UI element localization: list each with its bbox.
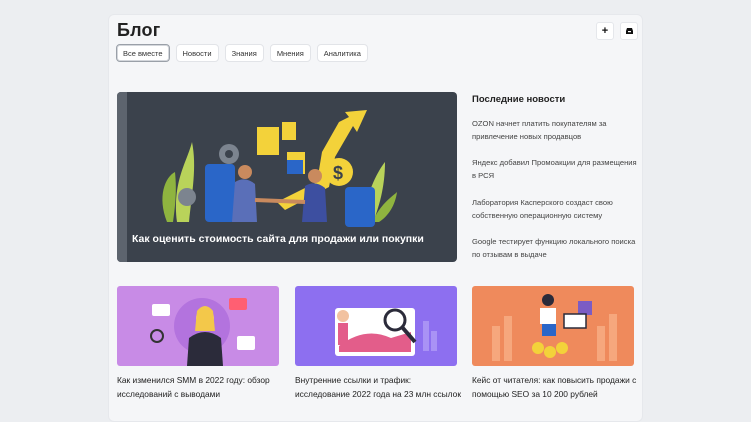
add-button[interactable]: + xyxy=(596,22,614,40)
article-title-line: Внутренние ссылки и трафик: xyxy=(295,375,412,385)
news-item[interactable]: Яндекс добавил Промоакции для размещения… xyxy=(472,156,640,182)
article-title[interactable]: Внутренние ссылки и трафик: исследование… xyxy=(295,374,470,401)
news-item[interactable]: Google тестирует функцию локального поис… xyxy=(472,235,640,261)
news-item-line: привлечение новых продавцов xyxy=(472,132,582,141)
news-item[interactable]: OZON начнет платить покупателям за привл… xyxy=(472,117,640,143)
inbox-icon xyxy=(625,28,633,34)
news-item-line: OZON начнет платить покупателям за xyxy=(472,119,607,128)
svg-text:$: $ xyxy=(333,163,343,183)
article-title[interactable]: Кейс от читателя: как повысить продажи с… xyxy=(472,374,647,401)
article-title-line: Кейс от читателя: как повысить продажи с xyxy=(472,375,637,385)
links-illustration xyxy=(335,308,437,356)
header-actions: + xyxy=(596,22,638,40)
news-item[interactable]: Лаборатория Касперского создаст свою соб… xyxy=(472,196,640,222)
category-tabs: Все вместе Новости Знания Мнения Аналити… xyxy=(116,44,368,62)
tab-news[interactable]: Новости xyxy=(175,44,219,62)
seo-illustration xyxy=(492,294,617,361)
plus-icon: + xyxy=(601,25,609,37)
news-item-line: собственную операционную систему xyxy=(472,211,603,220)
article-title-line: Как изменился SMM в 2022 году: обзор xyxy=(117,375,270,385)
tab-analytics[interactable]: Аналитика xyxy=(316,44,368,62)
smm-illustration xyxy=(150,298,255,366)
tab-opinions[interactable]: Мнения xyxy=(269,44,311,62)
tab-knowledge[interactable]: Знания xyxy=(224,44,264,62)
inbox-button[interactable] xyxy=(620,22,638,40)
article-thumbnail-smm[interactable] xyxy=(117,286,279,366)
page-title: Блог xyxy=(117,20,161,40)
article-title-line: исследование 2022 года на 23 млн ссылок xyxy=(295,388,461,399)
featured-article-title[interactable]: Как оценить стоимость сайта для продажи … xyxy=(132,233,424,245)
latest-news-heading: Последние новости xyxy=(472,94,566,105)
tab-all[interactable]: Все вместе xyxy=(116,44,170,62)
news-item-line: Яндекс добавил Промоакции для размещения xyxy=(472,158,637,167)
article-title-line: исследований с выводами xyxy=(117,388,221,399)
news-item-line: по отзывам в выдаче xyxy=(472,250,547,259)
article-thumbnail-links[interactable] xyxy=(295,286,457,366)
article-thumbnail-seo[interactable] xyxy=(472,286,634,366)
news-item-line: Лаборатория Касперского создаст свою xyxy=(472,198,613,207)
article-title-line: помощью SEO за 10 200 рублей xyxy=(472,388,598,399)
news-item-line: в РСЯ xyxy=(472,171,495,180)
article-title[interactable]: Как изменился SMM в 2022 году: обзор исс… xyxy=(117,374,289,401)
news-item-line: Google тестирует функцию локального поис… xyxy=(472,237,636,246)
featured-article[interactable]: $ Как оценить стоимость сайта для продаж… xyxy=(117,92,457,262)
